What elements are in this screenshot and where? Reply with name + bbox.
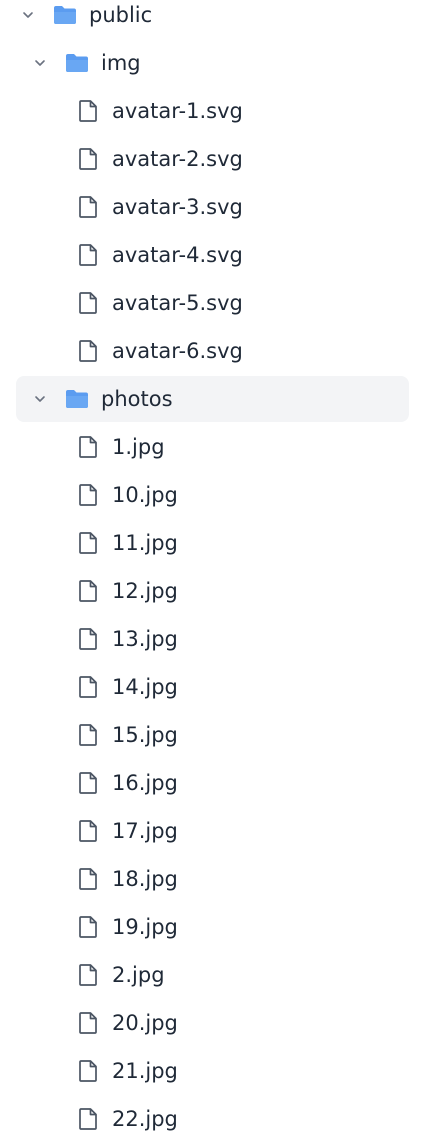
- chevron-down-icon[interactable]: [32, 391, 48, 407]
- file-icon: [77, 578, 99, 604]
- file-icon: [77, 98, 99, 124]
- file-tree: public img avatar-1.svg avatar-2.svg ava…: [0, 0, 430, 1145]
- folder-label: photos: [101, 386, 173, 411]
- folder-row-photos[interactable]: photos: [16, 376, 409, 422]
- file-label: 22.jpg: [112, 1106, 178, 1131]
- file-label: 17.jpg: [112, 818, 178, 843]
- file-row[interactable]: avatar-3.svg: [16, 184, 410, 230]
- file-label: avatar-5.svg: [112, 290, 243, 315]
- file-label: 20.jpg: [112, 1010, 178, 1035]
- folder-row-public[interactable]: public: [16, 0, 410, 38]
- file-label: avatar-3.svg: [112, 194, 243, 219]
- file-row[interactable]: avatar-1.svg: [16, 88, 410, 134]
- file-row[interactable]: 15.jpg: [16, 712, 410, 758]
- file-label: 14.jpg: [112, 674, 178, 699]
- file-row[interactable]: 2.jpg: [16, 952, 410, 998]
- file-row[interactable]: 17.jpg: [16, 808, 410, 854]
- file-icon: [77, 242, 99, 268]
- file-row[interactable]: 14.jpg: [16, 664, 410, 710]
- chevron-down-icon[interactable]: [20, 7, 36, 23]
- file-label: 12.jpg: [112, 578, 178, 603]
- file-icon: [77, 338, 99, 364]
- file-row[interactable]: 11.jpg: [16, 520, 410, 566]
- file-label: avatar-4.svg: [112, 242, 243, 267]
- file-row[interactable]: 10.jpg: [16, 472, 410, 518]
- folder-label: img: [101, 50, 141, 75]
- file-label: 2.jpg: [112, 962, 165, 987]
- file-row[interactable]: avatar-4.svg: [16, 232, 410, 278]
- file-icon: [77, 674, 99, 700]
- file-label: 16.jpg: [112, 770, 178, 795]
- file-row[interactable]: 1.jpg: [16, 424, 410, 470]
- file-label: 11.jpg: [112, 530, 178, 555]
- file-icon: [77, 1010, 99, 1036]
- file-row[interactable]: 18.jpg: [16, 856, 410, 902]
- file-icon: [77, 962, 99, 988]
- file-row[interactable]: 13.jpg: [16, 616, 410, 662]
- file-icon: [77, 722, 99, 748]
- file-icon: [77, 290, 99, 316]
- file-label: avatar-6.svg: [112, 338, 243, 363]
- file-row[interactable]: avatar-2.svg: [16, 136, 410, 182]
- file-icon: [77, 530, 99, 556]
- folder-icon: [52, 4, 78, 26]
- file-row[interactable]: avatar-5.svg: [16, 280, 410, 326]
- file-label: avatar-2.svg: [112, 146, 243, 171]
- file-row[interactable]: 12.jpg: [16, 568, 410, 614]
- folder-label: public: [89, 2, 153, 27]
- file-label: avatar-1.svg: [112, 98, 243, 123]
- file-row[interactable]: 21.jpg: [16, 1048, 410, 1094]
- file-icon: [77, 146, 99, 172]
- file-label: 1.jpg: [112, 434, 165, 459]
- chevron-down-icon[interactable]: [32, 55, 48, 71]
- file-icon: [77, 626, 99, 652]
- file-icon: [77, 194, 99, 220]
- file-label: 15.jpg: [112, 722, 178, 747]
- file-icon: [77, 482, 99, 508]
- file-label: 10.jpg: [112, 482, 178, 507]
- file-label: 19.jpg: [112, 914, 178, 939]
- file-row[interactable]: 22.jpg: [16, 1096, 410, 1142]
- file-icon: [77, 434, 99, 460]
- file-icon: [77, 914, 99, 940]
- file-row[interactable]: 19.jpg: [16, 904, 410, 950]
- file-icon: [77, 1106, 99, 1132]
- file-icon: [77, 818, 99, 844]
- file-label: 13.jpg: [112, 626, 178, 651]
- file-row[interactable]: 16.jpg: [16, 760, 410, 806]
- folder-icon: [64, 52, 90, 74]
- file-row[interactable]: 20.jpg: [16, 1000, 410, 1046]
- file-label: 18.jpg: [112, 866, 178, 891]
- file-icon: [77, 770, 99, 796]
- folder-icon: [64, 388, 90, 410]
- file-icon: [77, 866, 99, 892]
- file-row[interactable]: avatar-6.svg: [16, 328, 410, 374]
- file-icon: [77, 1058, 99, 1084]
- folder-row-img[interactable]: img: [16, 40, 410, 86]
- file-label: 21.jpg: [112, 1058, 178, 1083]
